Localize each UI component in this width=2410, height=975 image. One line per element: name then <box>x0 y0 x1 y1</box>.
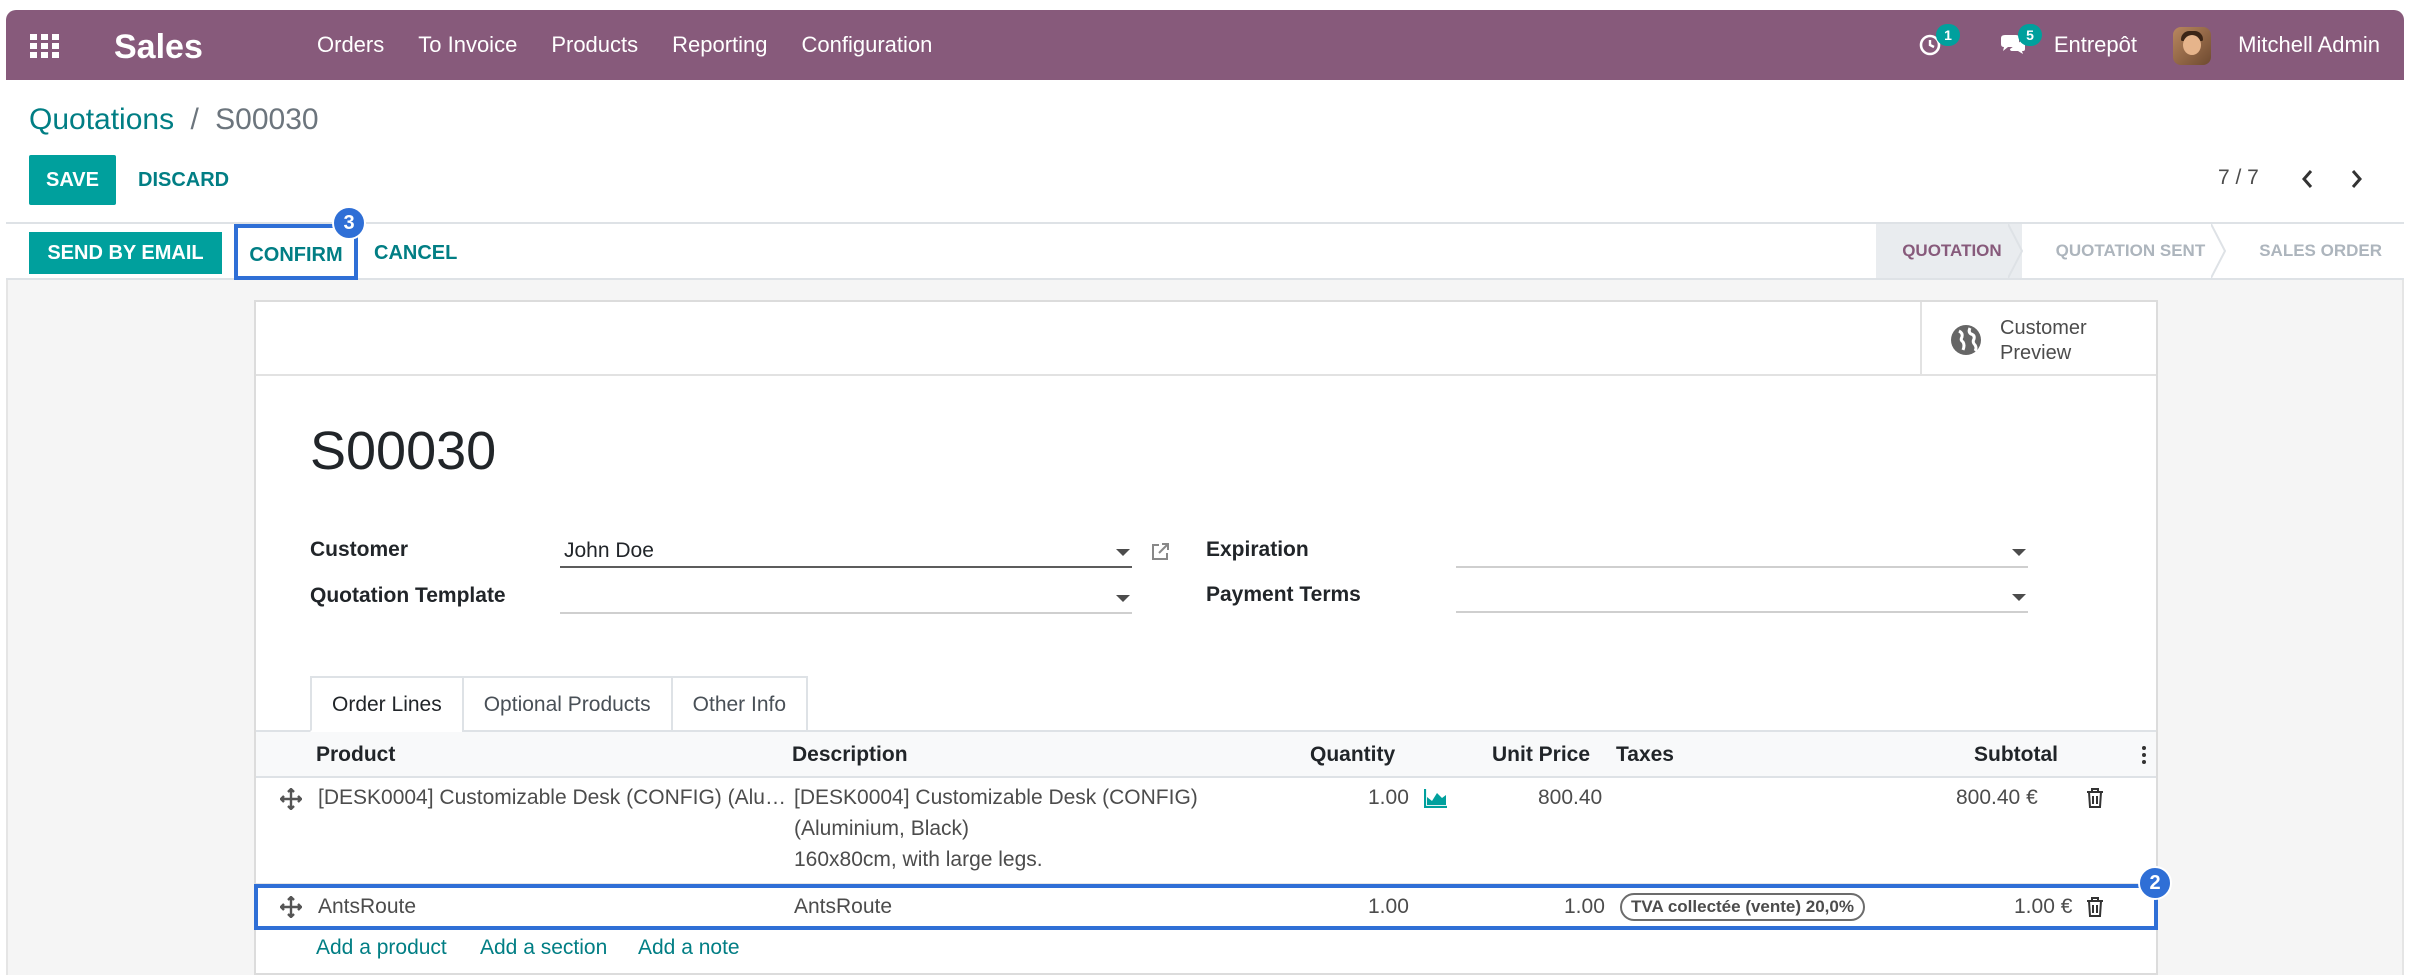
menu-to-invoice[interactable]: To Invoice <box>401 10 534 80</box>
breadcrumb-separator: / <box>190 103 199 136</box>
payment-terms-field[interactable] <box>1456 579 2028 613</box>
stage-quotation-sent-label: QUOTATION SENT <box>2055 241 2206 260</box>
breadcrumb-current: S00030 <box>215 103 319 136</box>
cancel-button[interactable]: CANCEL <box>374 232 457 274</box>
customer-preview-line2: Preview <box>2000 342 2072 364</box>
optional-columns-icon[interactable] <box>2142 746 2146 764</box>
breadcrumb-quotations-link[interactable]: Quotations <box>29 103 174 136</box>
tax-tag[interactable]: TVA collectée (vente) 20,0% <box>1620 893 1865 921</box>
pager-next-icon[interactable] <box>2344 166 2368 192</box>
pager-value[interactable]: 7 / 7 <box>2218 166 2259 190</box>
column-unit-price[interactable]: Unit Price <box>1492 732 1590 778</box>
main-menu: Orders To Invoice Products Reporting Con… <box>300 10 949 80</box>
systray: 1 5 Entrepôt Mitchell Admin <box>1844 10 2404 80</box>
add-note-link[interactable]: Add a note <box>638 936 740 960</box>
menu-orders[interactable]: Orders <box>300 10 401 80</box>
stage-quotation-label: QUOTATION <box>1902 241 2002 260</box>
top-navbar: Sales Orders To Invoice Products Reporti… <box>6 10 2404 80</box>
customer-dropdown-caret-icon[interactable] <box>1116 549 1130 556</box>
breadcrumb: Quotations / S00030 <box>29 103 319 137</box>
menu-reporting[interactable]: Reporting <box>655 10 784 80</box>
line-description[interactable]: [DESK0004] Customizable Desk (CONFIG) (A… <box>794 782 1198 875</box>
stage-quotation[interactable]: QUOTATION <box>1876 224 2023 278</box>
line-product[interactable]: AntsRoute <box>318 891 416 922</box>
quotation-template-field[interactable] <box>560 580 1132 614</box>
tab-order-lines[interactable]: Order Lines <box>310 676 464 732</box>
line-quantity[interactable]: 1.00 <box>1368 782 1409 813</box>
smart-button-box: Customer Preview <box>256 302 2156 376</box>
stage-sales-order-label: SALES ORDER <box>2259 241 2382 260</box>
send-by-email-button[interactable]: SEND BY EMAIL <box>29 232 222 274</box>
line-description-text: 160x80cm, with large legs. <box>794 848 1043 871</box>
app-name[interactable]: Sales <box>114 28 203 67</box>
annotation-step-2-badge: 2 <box>2138 866 2172 900</box>
activity-count-badge: 1 <box>1936 24 1960 46</box>
line-description-text: (Aluminium, Black) <box>794 817 970 840</box>
status-stages: QUOTATION QUOTATION SENT SALES ORDER <box>1876 224 2404 278</box>
customer-value: John Doe <box>564 539 654 562</box>
form-sheet: Customer Preview S00030 Customer John Do… <box>254 300 2158 975</box>
column-description[interactable]: Description <box>792 732 908 778</box>
apps-grid-icon[interactable] <box>30 34 60 58</box>
message-count-badge: 5 <box>2018 24 2042 46</box>
quotation-template-label: Quotation Template <box>310 584 506 607</box>
user-menu[interactable]: Mitchell Admin <box>2238 10 2380 80</box>
line-description-text: [DESK0004] Customizable Desk (CONFIG) <box>794 786 1198 809</box>
discard-button[interactable]: DISCARD <box>138 155 229 205</box>
quotation-template-caret-icon[interactable] <box>1116 595 1130 602</box>
add-product-link[interactable]: Add a product <box>316 936 447 960</box>
order-lines-header: Product Description Quantity Unit Price … <box>256 732 2156 778</box>
drag-handle-icon[interactable] <box>280 788 302 810</box>
tab-other-info[interactable]: Other Info <box>670 676 809 732</box>
line-product[interactable]: [DESK0004] Customizable Desk (CONFIG) (A… <box>318 782 786 813</box>
document-title: S00030 <box>310 421 497 481</box>
expiration-label: Expiration <box>1206 538 1309 561</box>
stage-quotation-sent[interactable]: QUOTATION SENT <box>2022 224 2227 278</box>
company-switcher[interactable]: Entrepôt <box>2054 10 2137 80</box>
line-subtotal: 800.40 € <box>1956 786 2038 809</box>
add-section-link[interactable]: Add a section <box>480 936 607 960</box>
column-quantity[interactable]: Quantity <box>1310 732 1395 778</box>
customer-preview-line1: Customer <box>2000 317 2087 339</box>
drag-handle-icon[interactable] <box>280 896 302 918</box>
notebook-tabs: Order Lines Optional Products Other Info <box>310 676 809 732</box>
expiration-field[interactable] <box>1456 534 2028 568</box>
save-button[interactable]: SAVE <box>29 155 116 205</box>
table-row[interactable]: [DESK0004] Customizable Desk (CONFIG) (A… <box>256 778 2156 884</box>
annotation-step-3-badge: 3 <box>332 206 366 240</box>
line-unit-price[interactable]: 800.40 <box>1538 782 1602 813</box>
payment-terms-caret-icon[interactable] <box>2012 594 2026 601</box>
customer-preview-button[interactable]: Customer Preview <box>1920 302 2156 374</box>
statusbar: SEND BY EMAIL CONFIRM CANCEL QUOTATION Q… <box>6 222 2404 280</box>
customer-label: Customer <box>310 538 409 561</box>
table-row[interactable]: AntsRoute AntsRoute 1.00 1.00 TVA collec… <box>254 884 2158 930</box>
column-taxes[interactable]: Taxes <box>1616 732 1674 778</box>
payment-terms-label: Payment Terms <box>1206 583 1361 606</box>
trash-icon[interactable] <box>2086 788 2104 808</box>
line-quantity[interactable]: 1.00 <box>1368 891 1409 922</box>
column-subtotal[interactable]: Subtotal <box>1974 732 2058 778</box>
user-avatar[interactable] <box>2173 27 2211 65</box>
menu-configuration[interactable]: Configuration <box>785 10 950 80</box>
pager-previous-icon[interactable] <box>2296 166 2320 192</box>
external-link-icon[interactable] <box>1148 540 1172 564</box>
expiration-caret-icon[interactable] <box>2012 549 2026 556</box>
menu-products[interactable]: Products <box>534 10 655 80</box>
line-unit-price[interactable]: 1.00 <box>1564 891 1605 922</box>
stage-sales-order[interactable]: SALES ORDER <box>2225 224 2404 278</box>
trash-icon[interactable] <box>2086 897 2104 917</box>
customer-field[interactable]: John Doe <box>560 534 1132 568</box>
forecast-area-chart-icon[interactable] <box>1424 788 1448 808</box>
column-product[interactable]: Product <box>316 732 395 778</box>
globe-icon <box>1951 325 1981 355</box>
tab-optional-products[interactable]: Optional Products <box>461 676 673 732</box>
line-description[interactable]: AntsRoute <box>794 891 892 922</box>
line-subtotal: 1.00 € <box>2014 895 2073 918</box>
